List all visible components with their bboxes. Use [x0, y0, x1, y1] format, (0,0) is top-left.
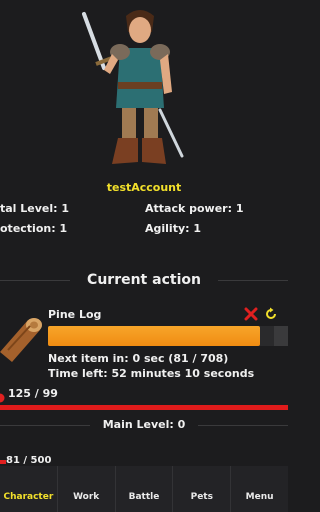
nav-label: Battle — [128, 492, 160, 502]
progress-fill — [48, 326, 260, 346]
main-level-xp: 81 / 500 — [6, 455, 52, 466]
next-item-text: Next item in: 0 sec (81 / 708) — [48, 352, 229, 365]
action-progress-bar — [48, 326, 288, 346]
progress-end-cap — [274, 326, 288, 346]
current-action-title: Current action — [87, 272, 201, 288]
nav-menu[interactable]: Menu — [230, 466, 288, 512]
nav-pets[interactable]: Pets — [172, 466, 230, 512]
character-name: testAccount — [106, 181, 182, 194]
close-icon[interactable] — [244, 306, 258, 321]
pine-log-icon — [0, 306, 42, 366]
nav-battle[interactable]: Battle — [114, 466, 173, 512]
hero-portrait — [0, 0, 288, 178]
nav-label: Menu — [245, 492, 274, 502]
red-divider — [0, 405, 288, 410]
time-left-text: Time left: 52 minutes 10 seconds — [48, 367, 255, 380]
action-item-name: Pine Log — [48, 308, 102, 321]
main-level-label: Main Level: 0 — [102, 418, 186, 431]
resource-count: 125 / 99 — [8, 387, 58, 400]
nav-label: Pets — [190, 492, 213, 502]
nav-label: Character — [3, 492, 54, 502]
bottom-nav: Character Work Battle Pets Menu — [0, 466, 288, 512]
heart-icon — [0, 388, 5, 403]
attack-power-stat: Attack power: 1 — [145, 202, 244, 215]
protection-stat: otection: 1 — [0, 222, 68, 235]
refresh-icon[interactable] — [264, 306, 278, 320]
nav-label: Work — [73, 492, 100, 502]
agility-stat: Agility: 1 — [145, 222, 202, 235]
nav-character[interactable]: Character — [0, 466, 57, 512]
nav-work[interactable]: Work — [56, 466, 115, 512]
total-level-stat: tal Level: 1 — [0, 202, 70, 215]
